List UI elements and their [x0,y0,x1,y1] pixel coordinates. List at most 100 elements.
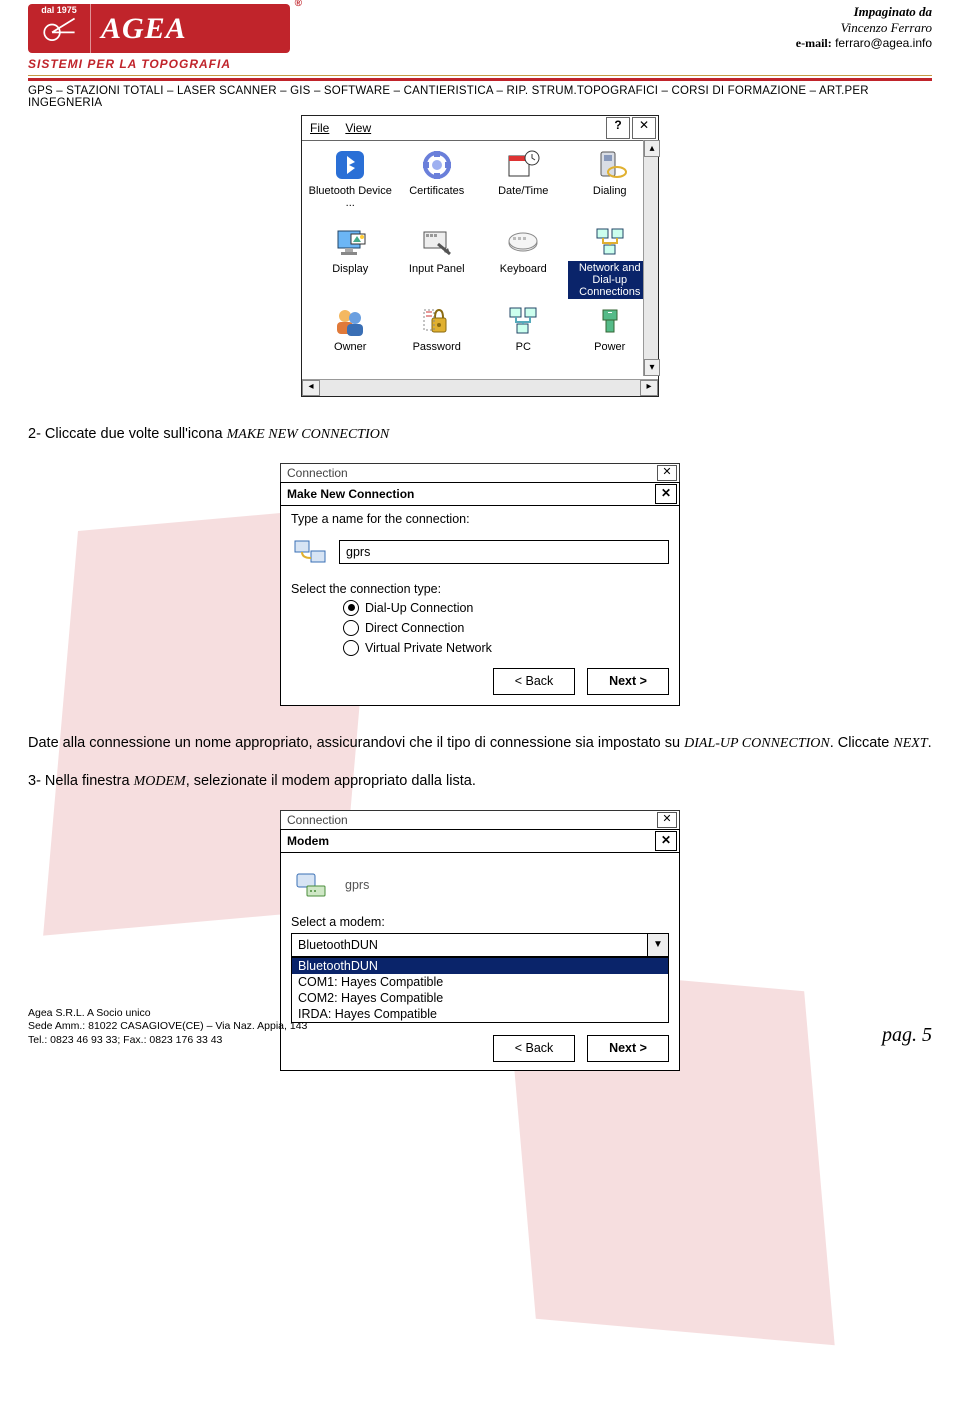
menu-file[interactable]: File [302,118,337,138]
close-icon[interactable]: ✕ [657,465,677,481]
email-value: ferraro@agea.info [835,36,932,50]
connection-name-value [339,874,669,896]
control-panel-item[interactable]: Keyboard [481,223,566,299]
radio-vpn[interactable]: Virtual Private Network [343,640,669,656]
dialog-title: Modem [281,834,335,848]
cp-icon [330,303,370,339]
cp-label: Owner [334,341,366,353]
scripty-next: NEXT [893,736,927,751]
radio-icon [343,620,359,636]
help-button[interactable]: ? [606,117,630,139]
close-button[interactable]: ✕ [655,484,677,504]
credits: Impaginato da Vincenzo Ferraro e-mail: f… [796,4,932,51]
radio-dialup[interactable]: Dial-Up Connection [343,600,669,616]
cp-label: Bluetooth Device ... [308,185,393,209]
tagline: SISTEMI PER LA TOPOGRAFIA [28,57,290,71]
close-button[interactable]: ✕ [655,831,677,851]
close-icon[interactable]: ✕ [657,812,677,828]
brand-text: AGEA [91,12,290,46]
modem-dropdown[interactable]: BluetoothDUN ▼ [291,933,669,957]
control-panel-item[interactable]: Bluetooth Device ... [308,145,393,221]
scripty-dialup: DIAL-UP CONNECTION [684,736,830,751]
radio-direct[interactable]: Direct Connection [343,620,669,636]
step2-paragraph: Date alla connessione un nome appropriat… [28,734,932,754]
modem-option[interactable]: BluetoothDUN [292,958,668,974]
vertical-scrollbar[interactable]: ▴ ▾ [643,140,658,376]
step3-text: 3- Nella finestra MODEM, selezionate il … [28,772,932,792]
control-panel-item[interactable]: Date/Time [481,145,566,221]
connection-name-input[interactable] [339,540,669,564]
page-number: pag. 5 [882,1024,932,1047]
scripty-make-new-connection: MAKE NEW CONNECTION [227,427,390,442]
control-panel-item[interactable]: Certificates [395,145,480,221]
cp-icon [590,303,630,339]
control-panel-item[interactable]: Network and Dial-up Connections [568,223,653,299]
cp-label: Input Panel [409,263,465,275]
cp-icon [417,303,457,339]
control-panel-item[interactable]: PC [481,301,566,377]
email-label: e-mail: [796,36,832,50]
step2-text: 2- Cliccate due volte sull'icona MAKE NE… [28,425,932,445]
control-panel-item[interactable]: Power [568,301,653,377]
cp-icon [503,147,543,183]
footer-line-3: Tel.: 0823 46 93 33; Fax.: 0823 176 33 4… [28,1034,307,1047]
since-label: dal 1975 [41,5,77,15]
partial-window-bar: Connection ✕ [280,463,680,483]
divider [28,75,932,76]
radio-selected-icon [343,600,359,616]
credit-line-1: Impaginato da [796,4,932,20]
scroll-up-icon[interactable]: ▴ [644,140,660,157]
control-panel-item[interactable]: Dialing [568,145,653,221]
modem-icon [291,865,331,905]
next-button[interactable]: Next > [587,668,669,695]
breadcrumb: GPS – STAZIONI TOTALI – LASER SCANNER – … [0,85,960,109]
document-header: dal 1975 AGEA ® SISTEMI PER LA TOPOGRAFI… [0,0,960,71]
footer: Agea S.R.L. A Socio unico Sede Amm.: 810… [28,1007,932,1046]
cp-icon [417,225,457,261]
modem-option[interactable]: COM2: Hayes Compatible [292,990,668,1006]
chevron-down-icon[interactable]: ▼ [647,934,668,956]
footer-line-1: Agea S.R.L. A Socio unico [28,1007,307,1020]
scroll-right-icon[interactable]: ▸ [640,380,658,396]
cp-label: Date/Time [498,185,548,197]
menubar: File View ? ✕ [302,116,658,141]
cp-label: Password [413,341,461,353]
cp-label: PC [516,341,531,353]
brand-logo: dal 1975 AGEA ® [28,4,290,53]
menu-view[interactable]: View [337,118,379,138]
select-type-label: Select the connection type: [291,582,669,596]
close-button[interactable]: ✕ [632,117,656,139]
make-new-connection-dialog: Make New Connection ✕ Type a name for th… [280,482,680,706]
cp-label: Power [594,341,625,353]
horizontal-scrollbar[interactable]: ◂ ▸ [302,379,658,396]
footer-line-2: Sede Amm.: 81022 CASAGIOVE(CE) – Via Naz… [28,1020,307,1033]
cp-label: Dialing [593,185,627,197]
cp-icon [503,303,543,339]
cp-label: Network and Dial-up Connections [568,261,653,299]
cp-icon [590,147,630,183]
cp-icon [503,225,543,261]
select-modem-label: Select a modem: [291,915,669,929]
control-panel-item[interactable]: Password [395,301,480,377]
modem-option[interactable]: COM1: Hayes Compatible [292,974,668,990]
cp-label: Certificates [409,185,464,197]
divider [28,78,932,81]
control-panel-window: File View ? ✕ Bluetooth Device ... Certif… [301,115,659,397]
control-panel-item[interactable]: Display [308,223,393,299]
credit-line-2: Vincenzo Ferraro [796,20,932,36]
cp-label: Display [332,263,368,275]
cp-icon [590,225,630,259]
cp-icon [417,147,457,183]
control-panel-item[interactable]: Input Panel [395,223,480,299]
connection-icon [291,532,331,572]
partial-window-bar: Connection ✕ [280,810,680,830]
cp-icon [330,225,370,261]
scripty-modem: MODEM [134,774,186,789]
back-button[interactable]: < Back [493,668,575,695]
dialog-title: Make New Connection [281,487,420,501]
scroll-left-icon[interactable]: ◂ [302,380,320,396]
prompt-label: Type a name for the connection: [291,512,669,526]
scroll-down-icon[interactable]: ▾ [644,359,660,376]
control-panel-item[interactable]: Owner [308,301,393,377]
cp-icon [330,147,370,183]
